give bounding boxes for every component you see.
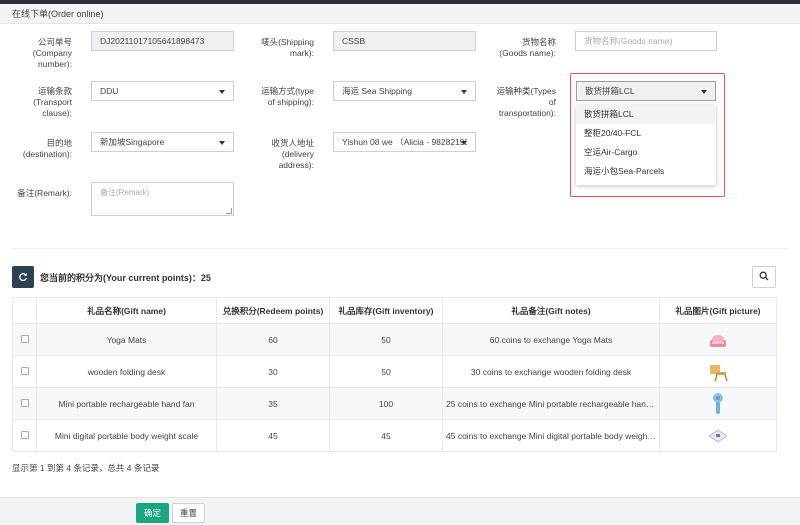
- remark-textarea[interactable]: 备注(Remark): [91, 182, 234, 216]
- transport-clause-label-text: 运输条款 (Transport clause):: [33, 86, 72, 118]
- delivery-address-value: Yishun 08 we （Alicia - 98282193: [342, 137, 467, 147]
- dropdown-option-fcl[interactable]: 整柜20/40-FCL: [576, 124, 716, 143]
- shipping-type-label: 运输方式(type of shipping):: [240, 86, 314, 108]
- shipping-type-value: 海运 Sea Shipping: [342, 86, 412, 96]
- gift-picture-cell[interactable]: [659, 323, 777, 356]
- header-gift-picture[interactable]: 礼品图片(Gift picture): [659, 297, 777, 324]
- bottom-action-bar: [0, 497, 800, 525]
- table-row[interactable]: Mini digital portable body weight scale …: [12, 419, 777, 452]
- transport-clause-select[interactable]: DDU: [91, 81, 234, 101]
- weight-scale-icon: [708, 429, 728, 442]
- destination-select[interactable]: 新加坡Singapore: [91, 132, 234, 152]
- gift-name-cell: Yoga Mats: [36, 323, 217, 356]
- pagination-info: 显示第 1 到第 4 条记录，总共 4 条记录: [12, 463, 160, 473]
- dropdown-option-air-cargo[interactable]: 空运Air-Cargo: [576, 143, 716, 162]
- shipping-type-label-text: 运输方式(type of shipping):: [261, 86, 314, 107]
- redeem-points-cell: 30: [216, 355, 330, 388]
- resize-handle-icon[interactable]: [226, 208, 232, 214]
- shipping-mark-label-text: 唛头(Shipping mark):: [261, 37, 314, 58]
- row-checkbox[interactable]: [20, 366, 29, 375]
- current-points: 您当前的积分为(Your current points)：25: [40, 273, 211, 283]
- dropdown-option-lcl[interactable]: 散货拼箱LCL: [576, 105, 716, 124]
- delivery-address-select[interactable]: Yishun 08 we （Alicia - 98282193: [333, 132, 476, 152]
- goods-name-label-text: 货物名称 (Goods name):: [499, 37, 556, 58]
- dropdown-option-sea-parcels[interactable]: 海运小包Sea-Parcels: [576, 162, 716, 181]
- shipping-type-select[interactable]: 海运 Sea Shipping: [333, 81, 476, 101]
- search-button[interactable]: [752, 266, 776, 288]
- gift-picture-cell[interactable]: [659, 387, 777, 420]
- select-all-header: [12, 297, 37, 324]
- header-gift-name[interactable]: 礼品名称(Gift name): [36, 297, 217, 324]
- folding-desk-icon: [710, 364, 728, 381]
- shipping-mark-field[interactable]: CSSB: [333, 31, 476, 51]
- header-gift-notes[interactable]: 礼品备注(Gift notes): [442, 297, 660, 324]
- gift-name-cell: Mini portable rechargeable hand fan: [36, 387, 217, 420]
- panel-title: 在线下单(Order online): [0, 4, 800, 24]
- company-number-label-text: 公司单号 (Company number):: [32, 37, 72, 69]
- goods-name-label: 货物名称 (Goods name):: [480, 37, 556, 59]
- destination-label: 目的地 (destination):: [14, 138, 72, 160]
- gift-picture-cell[interactable]: [659, 419, 777, 452]
- destination-value: 新加坡Singapore: [100, 137, 165, 147]
- hand-fan-icon: [713, 392, 723, 414]
- yoga-mat-icon: [710, 334, 726, 347]
- refresh-icon: [19, 273, 28, 282]
- gift-name-cell: wooden folding desk: [36, 355, 217, 388]
- redeem-points-cell: 35: [216, 387, 330, 420]
- row-checkbox[interactable]: [20, 398, 29, 407]
- redeem-points-cell: 45: [216, 419, 330, 452]
- table-row[interactable]: Yoga Mats 60 50 60 coins to exchange Yog…: [12, 323, 777, 356]
- confirm-button[interactable]: 确定: [136, 503, 169, 523]
- delivery-address-label-text: 收货人地址 (delivery address):: [271, 138, 314, 170]
- notes-cell: 60 coins to exchange Yoga Mats: [442, 323, 660, 356]
- section-divider: [12, 248, 788, 249]
- company-number-field[interactable]: DJ20211017105641898473: [91, 31, 234, 51]
- table-row[interactable]: wooden folding desk 30 50 30 coins to ex…: [12, 355, 777, 388]
- transport-type-label-text: 运输种类(Types of transportation):: [496, 86, 556, 118]
- redeem-points-cell: 60: [216, 323, 330, 356]
- notes-cell: 45 coins to exchange Mini digital portab…: [442, 419, 660, 452]
- transport-clause-label: 运输条款 (Transport clause):: [14, 86, 72, 119]
- header-redeem-points[interactable]: 兑换积分(Redeem points): [216, 297, 330, 324]
- notes-cell: 30 coins to exchange wooden folding desk: [442, 355, 660, 388]
- inventory-cell: 50: [329, 355, 443, 388]
- header-gift-inventory[interactable]: 礼品库存(Gift inventory): [329, 297, 443, 324]
- inventory-cell: 50: [329, 323, 443, 356]
- reset-button[interactable]: 重置: [172, 503, 205, 523]
- transport-type-dropdown: 散货拼箱LCL 整柜20/40-FCL 空运Air-Cargo 海运小包Sea-…: [576, 105, 716, 185]
- remark-label: 备注(Remark):: [17, 188, 72, 198]
- inventory-cell: 100: [329, 387, 443, 420]
- shipping-mark-label: 唛头(Shipping mark):: [240, 37, 314, 59]
- transport-type-label: 运输种类(Types of transportation):: [480, 86, 556, 119]
- table-header-row: 礼品名称(Gift name) 兑换积分(Redeem points) 礼品库存…: [12, 297, 777, 324]
- notes-cell: 25 coins to exchange Mini portable recha…: [442, 387, 660, 420]
- table-row[interactable]: Mini portable rechargeable hand fan 35 1…: [12, 387, 777, 420]
- company-number-label: 公司单号 (Company number):: [14, 37, 72, 70]
- gift-table: 礼品名称(Gift name) 兑换积分(Redeem points) 礼品库存…: [12, 297, 777, 452]
- gift-picture-cell[interactable]: [659, 355, 777, 388]
- delivery-address-label: 收货人地址 (delivery address):: [240, 138, 314, 171]
- inventory-cell: 45: [329, 419, 443, 452]
- row-checkbox[interactable]: [20, 334, 29, 343]
- remark-placeholder: 备注(Remark): [100, 188, 150, 197]
- row-checkbox[interactable]: [20, 430, 29, 439]
- search-icon: [759, 271, 769, 281]
- gift-name-cell: Mini digital portable body weight scale: [36, 419, 217, 452]
- transport-clause-value: DDU: [100, 86, 119, 96]
- destination-label-text: 目的地 (destination):: [22, 138, 72, 159]
- goods-name-input[interactable]: 货物名称(Goods name): [575, 31, 717, 51]
- refresh-button[interactable]: [12, 266, 34, 288]
